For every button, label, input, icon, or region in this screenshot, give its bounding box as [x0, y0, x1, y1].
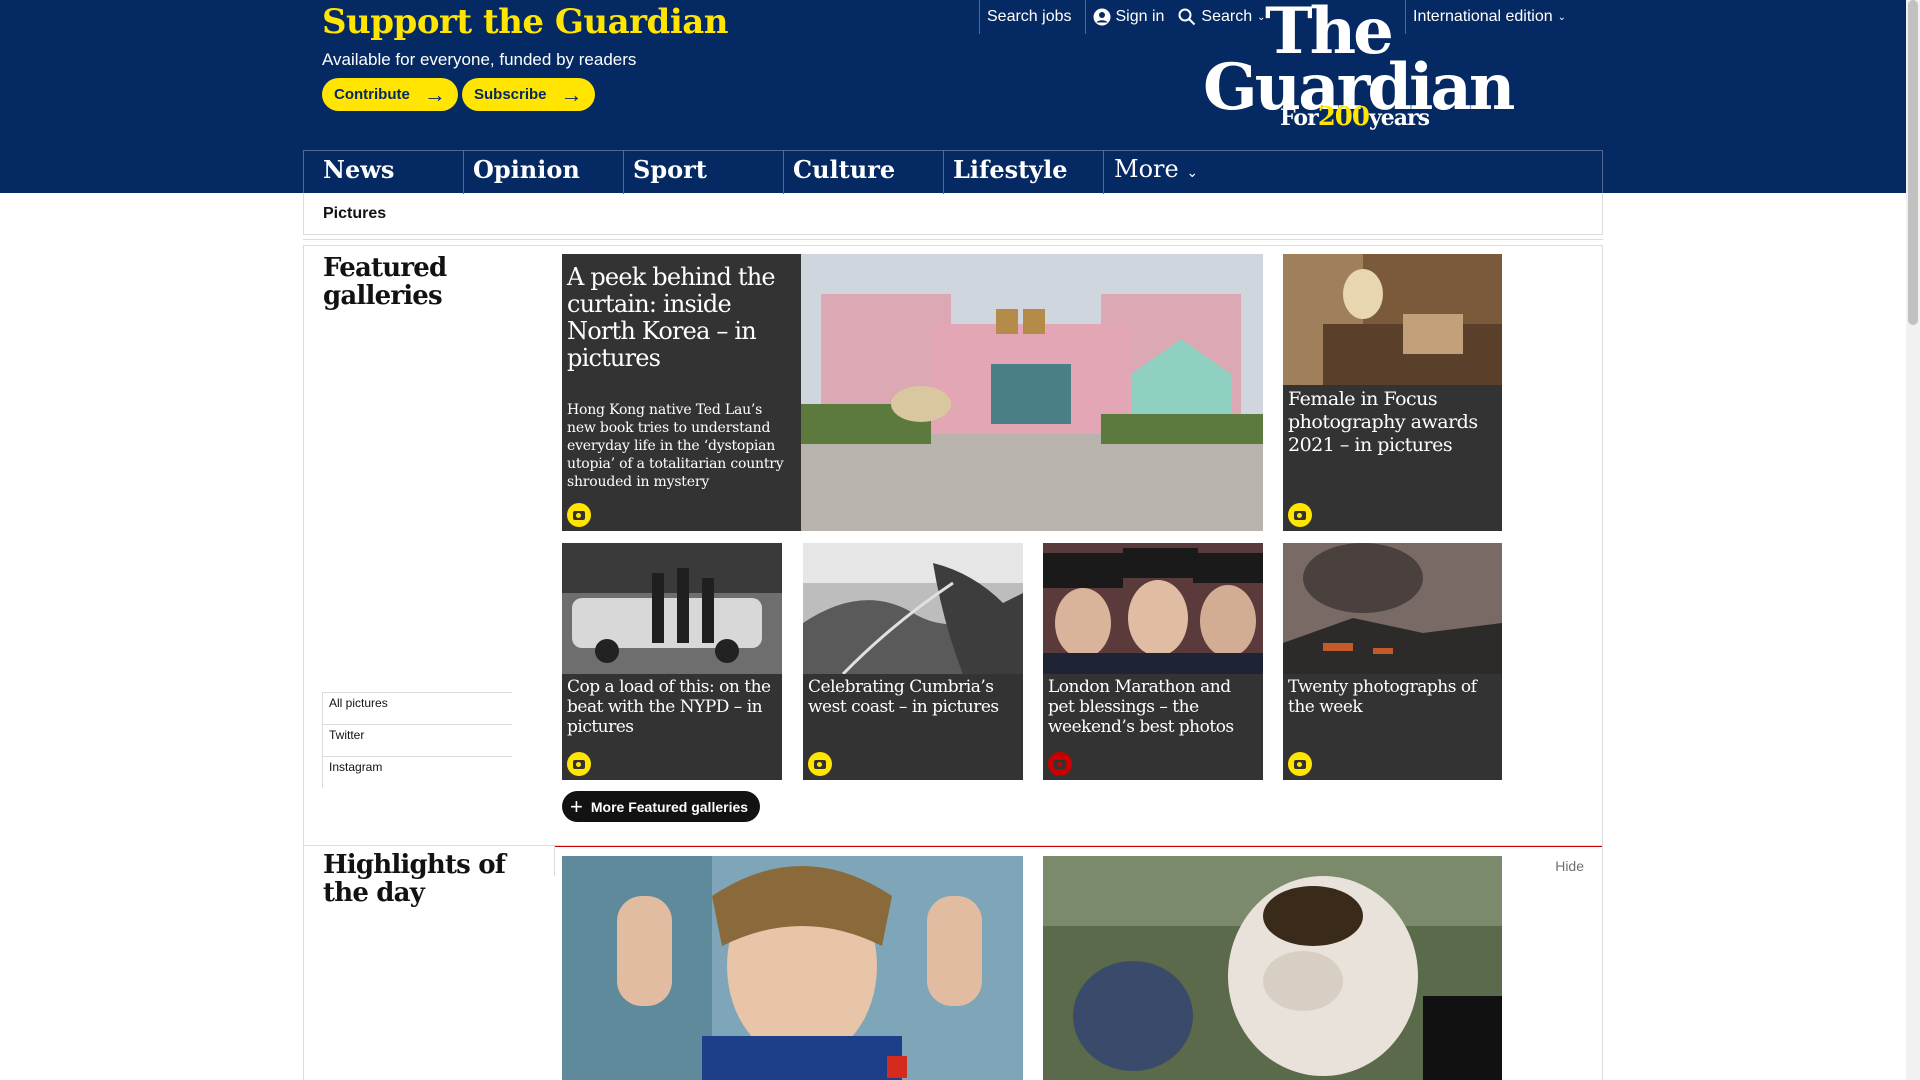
card-headline: Celebrating Cumbria’s west coast – in pi…	[808, 677, 999, 717]
subnav-item-pictures[interactable]: Pictures	[323, 205, 386, 222]
search-jobs-link[interactable]: Search jobs	[979, 0, 1079, 34]
more-featured-label: More Featured galleries	[590, 798, 749, 815]
highlight-card-astronaut[interactable]	[562, 856, 1023, 1080]
section-title: Featured galleries	[323, 253, 447, 311]
nypd-car-image	[562, 543, 782, 674]
search-jobs-label: Search jobs	[987, 8, 1072, 25]
pictures-links: All pictures Twitter Instagram	[322, 692, 512, 788]
chevron-down-icon: ⌄	[1186, 165, 1199, 181]
divider	[554, 846, 555, 876]
bedroom-photo-image	[1283, 254, 1502, 385]
camera-icon	[567, 503, 591, 527]
camera-icon	[1048, 752, 1072, 776]
astronaut-photo-image	[562, 856, 1023, 1080]
volcano-eruption-image	[1283, 543, 1502, 674]
user-icon	[1093, 8, 1110, 26]
hide-section-button[interactable]: Hide	[1555, 858, 1584, 874]
contribute-label: Contribute	[334, 86, 410, 103]
plus-icon: +	[570, 793, 583, 819]
card-headline: Female in Focus photography awards 2021 …	[1288, 388, 1478, 456]
nav-more-label: More	[1114, 155, 1179, 183]
subnav: Pictures	[303, 193, 1603, 235]
all-pictures-link[interactable]: All pictures	[322, 692, 512, 724]
nav-item-opinion[interactable]: Opinion	[464, 151, 624, 194]
section-title: Highlights of the day	[323, 850, 506, 908]
card-headline: London Marathon and pet blessings – the …	[1048, 677, 1234, 737]
card-headline: Cop a load of this: on the beat with the…	[567, 677, 771, 737]
arrow-right-icon: →	[560, 81, 583, 107]
divider	[303, 239, 1603, 240]
camera-icon	[808, 752, 832, 776]
gallery-card-twenty-photographs[interactable]: Twenty photographs of the week	[1283, 543, 1502, 780]
nav-item-news[interactable]: News	[304, 151, 464, 194]
logo-years: years	[1368, 105, 1430, 131]
guardian-logo[interactable]: The Guardian For200years	[1203, 0, 1515, 132]
card-standfirst: Hong Kong native Ted Lau’s new book trie…	[567, 402, 784, 490]
support-title: Support the Guardian	[322, 2, 729, 42]
cadets-photo-image	[1043, 543, 1263, 674]
cumbria-coast-image	[803, 543, 1023, 674]
gallery-card-london-marathon[interactable]: London Marathon and pet blessings – the …	[1043, 543, 1263, 780]
nav-item-lifestyle[interactable]: Lifestyle	[944, 151, 1104, 194]
camera-icon	[1288, 752, 1312, 776]
scrollbar-thumb[interactable]	[1908, 0, 1918, 325]
instagram-link[interactable]: Instagram	[322, 756, 512, 788]
sign-in-link[interactable]: Sign in	[1084, 0, 1172, 34]
support-subtitle: Available for everyone, funded by reader…	[322, 50, 637, 69]
search-icon	[1178, 8, 1196, 26]
contribute-button[interactable]: Contribute →	[322, 78, 458, 111]
twitter-link[interactable]: Twitter	[322, 724, 512, 756]
logo-years-number: 200	[1317, 102, 1370, 132]
sign-in-label: Sign in	[1115, 8, 1165, 25]
card-headline: Twenty photographs of the week	[1288, 677, 1477, 717]
primary-nav: News Opinion Sport Culture Lifestyle Mor…	[303, 150, 1603, 194]
card-headline: A peek behind the curtain: inside North …	[567, 263, 776, 372]
chevron-down-icon: ⌄	[1557, 11, 1567, 23]
nav-item-sport[interactable]: Sport	[624, 151, 784, 194]
arrow-right-icon: →	[423, 81, 446, 107]
north-korea-building-image	[801, 254, 1263, 531]
gallery-card-north-korea[interactable]: A peek behind the curtain: inside North …	[562, 254, 1263, 531]
page-scrollbar[interactable]	[1906, 0, 1920, 1080]
gallery-card-nypd[interactable]: Cop a load of this: on the beat with the…	[562, 543, 782, 780]
section-accent-rule	[554, 846, 1602, 847]
cat-photo-image	[1043, 856, 1502, 1080]
subscribe-label: Subscribe	[474, 86, 547, 103]
more-featured-galleries-button[interactable]: + More Featured galleries	[562, 791, 761, 822]
gallery-card-female-in-focus[interactable]: Female in Focus photography awards 2021 …	[1283, 254, 1502, 531]
camera-icon	[567, 752, 591, 776]
camera-icon	[1288, 503, 1312, 527]
logo-for: For	[1280, 105, 1319, 131]
nav-item-culture[interactable]: Culture	[784, 151, 944, 194]
subscribe-button[interactable]: Subscribe →	[462, 78, 595, 111]
nav-item-more[interactable]: More ⌄	[1104, 151, 1304, 194]
logo-tagline: For200years	[1280, 102, 1430, 132]
highlight-card-cat[interactable]	[1043, 856, 1502, 1080]
gallery-card-cumbria[interactable]: Celebrating Cumbria’s west coast – in pi…	[803, 543, 1023, 780]
